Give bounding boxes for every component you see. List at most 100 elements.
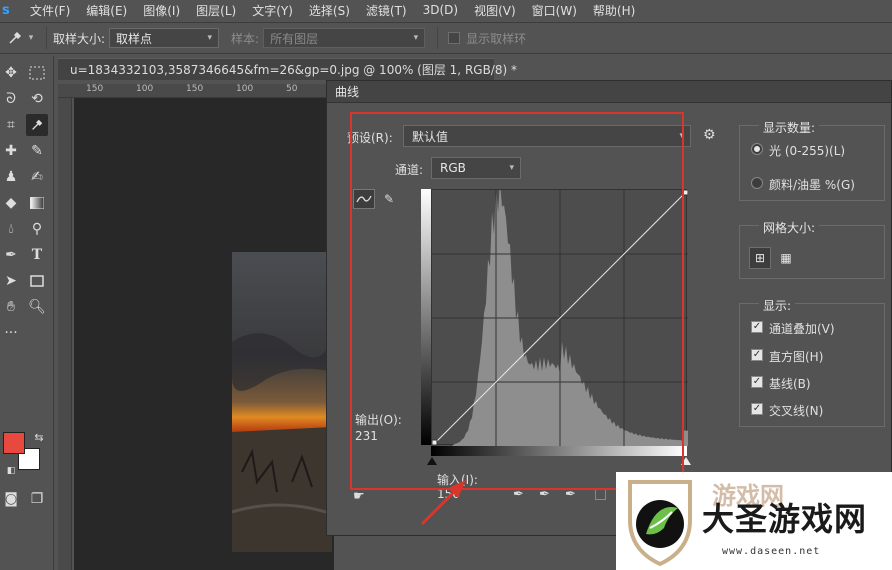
menu-3d[interactable]: 3D(D) [415, 3, 466, 17]
ruler-tick: 100 [136, 84, 154, 94]
foreground-color-swatch[interactable] [3, 432, 25, 454]
type-tool[interactable]: T [26, 244, 48, 266]
output-label: 输出(O): [355, 413, 402, 427]
document-photo[interactable] [232, 252, 332, 552]
white-point-slider[interactable] [681, 457, 691, 465]
more-tools[interactable]: ··· [0, 322, 22, 344]
output-gradient-bar [421, 189, 431, 445]
preset-label: 预设(R): [347, 131, 393, 145]
detailed-grid-button[interactable]: ▦ [775, 247, 797, 269]
healing-tool[interactable]: ✚ [0, 140, 22, 162]
site-watermark: 游戏网 大圣游戏网 www.daseen.net [616, 472, 892, 570]
document-tab[interactable]: u=1834332103,3587346645&fm=26&gp=0.jpg @… [58, 58, 517, 80]
pigment-label: 颜料/油墨 %(G) [769, 178, 855, 192]
hand-adjust-icon: ☛ [353, 489, 365, 504]
chevron-down-icon: ▾ [28, 33, 34, 43]
default-colors[interactable]: ◧ [0, 460, 22, 482]
clipping-checkbox[interactable] [595, 489, 606, 500]
menu-help[interactable]: 帮助(H) [585, 2, 643, 19]
output-value[interactable]: 231 [355, 429, 378, 443]
screen-mode[interactable]: ❐ [26, 488, 48, 510]
light-radio[interactable] [751, 143, 763, 155]
black-point-slider[interactable] [427, 457, 437, 465]
menu-window[interactable]: 窗口(W) [524, 2, 585, 19]
channel-select[interactable]: RGB ▾ [431, 157, 521, 179]
menu-image[interactable]: 图像(I) [135, 2, 188, 19]
sample-size-select[interactable]: 取样点 ▾ [109, 28, 220, 48]
lasso-icon: ᘐ [6, 91, 16, 107]
swap-colors[interactable]: ⇆ [28, 426, 50, 448]
on-image-adjust-button[interactable]: ☛ [353, 489, 365, 504]
menu-file[interactable]: 文件(F) [22, 2, 78, 19]
intersection-line-checkbox[interactable]: ✓ [751, 403, 763, 415]
channel-overlay-checkbox[interactable]: ✓ [751, 321, 763, 333]
quick-mask[interactable]: ◙ [0, 488, 22, 510]
annotation-arrow [420, 480, 466, 526]
menu-view[interactable]: 视图(V) [466, 2, 524, 19]
menu-edit[interactable]: 编辑(E) [78, 2, 135, 19]
lasso-tool[interactable]: ᘐ [0, 88, 22, 110]
path-select-tool[interactable]: ➤ [0, 270, 22, 292]
document-title: u=1834332103,3587346645&fm=26&gp=0.jpg @… [70, 63, 517, 77]
curve-point-tool[interactable] [353, 189, 375, 209]
blur-tool[interactable]: 💧︎ [0, 218, 22, 240]
black-point-eyedropper[interactable]: ✒ [513, 487, 524, 502]
grid-4-icon: ⊞ [754, 251, 766, 265]
white-point-eyedropper[interactable]: ✒ [565, 487, 576, 502]
pen-icon: ✒ [5, 247, 17, 263]
swap-icon: ⇆ [34, 430, 44, 444]
menu-type[interactable]: 文字(Y) [244, 2, 301, 19]
ruler-tick: 100 [236, 84, 254, 94]
rectangle-tool[interactable] [26, 270, 48, 292]
dialog-title-bar[interactable]: 曲线 [327, 81, 891, 103]
eyedropper-icon [9, 31, 21, 44]
crop-tool[interactable]: ⌗ [0, 114, 22, 136]
zoom-tool[interactable]: 🔍︎ [26, 296, 48, 318]
marquee-tool[interactable] [26, 62, 48, 84]
simple-grid-button[interactable]: ⊞ [749, 247, 771, 269]
watermark-shield-logo [628, 480, 692, 567]
eyedropper-icon [32, 119, 43, 130]
light-label: 光 (0-255)(L) [769, 144, 846, 158]
pencil-draw-tool[interactable]: ✎ [379, 189, 399, 209]
gradient-tool[interactable] [26, 192, 48, 214]
baseline-checkbox[interactable]: ✓ [751, 376, 763, 388]
input-gradient-bar [431, 446, 687, 456]
chevron-down-icon: ▾ [679, 131, 684, 141]
eyedropper-icon: ✒ [513, 487, 524, 502]
move-tool[interactable]: ✥ [0, 62, 22, 84]
eyedropper-tool[interactable] [26, 114, 48, 136]
crop-icon: ⌗ [7, 117, 15, 133]
photoshop-logo: s [2, 2, 10, 18]
histogram-checkbox[interactable]: ✓ [751, 349, 763, 361]
dodge-tool[interactable]: ⚲ [26, 218, 48, 240]
sample-select[interactable]: 所有图层 ▾ [263, 28, 426, 48]
stamp-tool[interactable]: ♟ [0, 166, 22, 188]
ruler-tick: 150 [186, 84, 204, 94]
show-ring-checkbox[interactable] [448, 32, 461, 44]
eyedropper-tool-preset[interactable]: ▾ [0, 26, 40, 50]
preset-select[interactable]: 默认值 ▾ [403, 125, 691, 147]
menu-select[interactable]: 选择(S) [301, 2, 358, 19]
brush-tool[interactable]: ✎ [26, 140, 48, 162]
default-colors-icon: ◧ [6, 466, 16, 476]
sample-label: 样本: [231, 31, 260, 46]
hand-tool[interactable]: ✋︎ [0, 296, 22, 318]
eyedropper-icon: ✒ [565, 487, 576, 502]
quick-select-tool[interactable]: ⟲ [26, 88, 48, 110]
brush-icon: ✎ [31, 143, 43, 159]
pen-tool[interactable]: ✒ [0, 244, 22, 266]
menu-filter[interactable]: 滤镜(T) [358, 2, 415, 19]
pigment-radio[interactable] [751, 177, 763, 189]
intersection-line-label: 交叉线(N) [769, 404, 824, 418]
eraser-icon: ◆ [5, 195, 17, 211]
history-brush-tool[interactable]: ✍ [26, 166, 48, 188]
eraser-tool[interactable]: ◆ [0, 192, 22, 214]
dodge-icon: ⚲ [31, 221, 43, 237]
stamp-icon: ♟ [4, 169, 18, 185]
menu-layer[interactable]: 图层(L) [188, 2, 244, 19]
dialog-title: 曲线 [335, 85, 360, 99]
curves-graph[interactable] [431, 189, 688, 446]
preset-options-button[interactable]: ⚙ [703, 127, 716, 143]
gray-point-eyedropper[interactable]: ✒ [539, 487, 550, 502]
